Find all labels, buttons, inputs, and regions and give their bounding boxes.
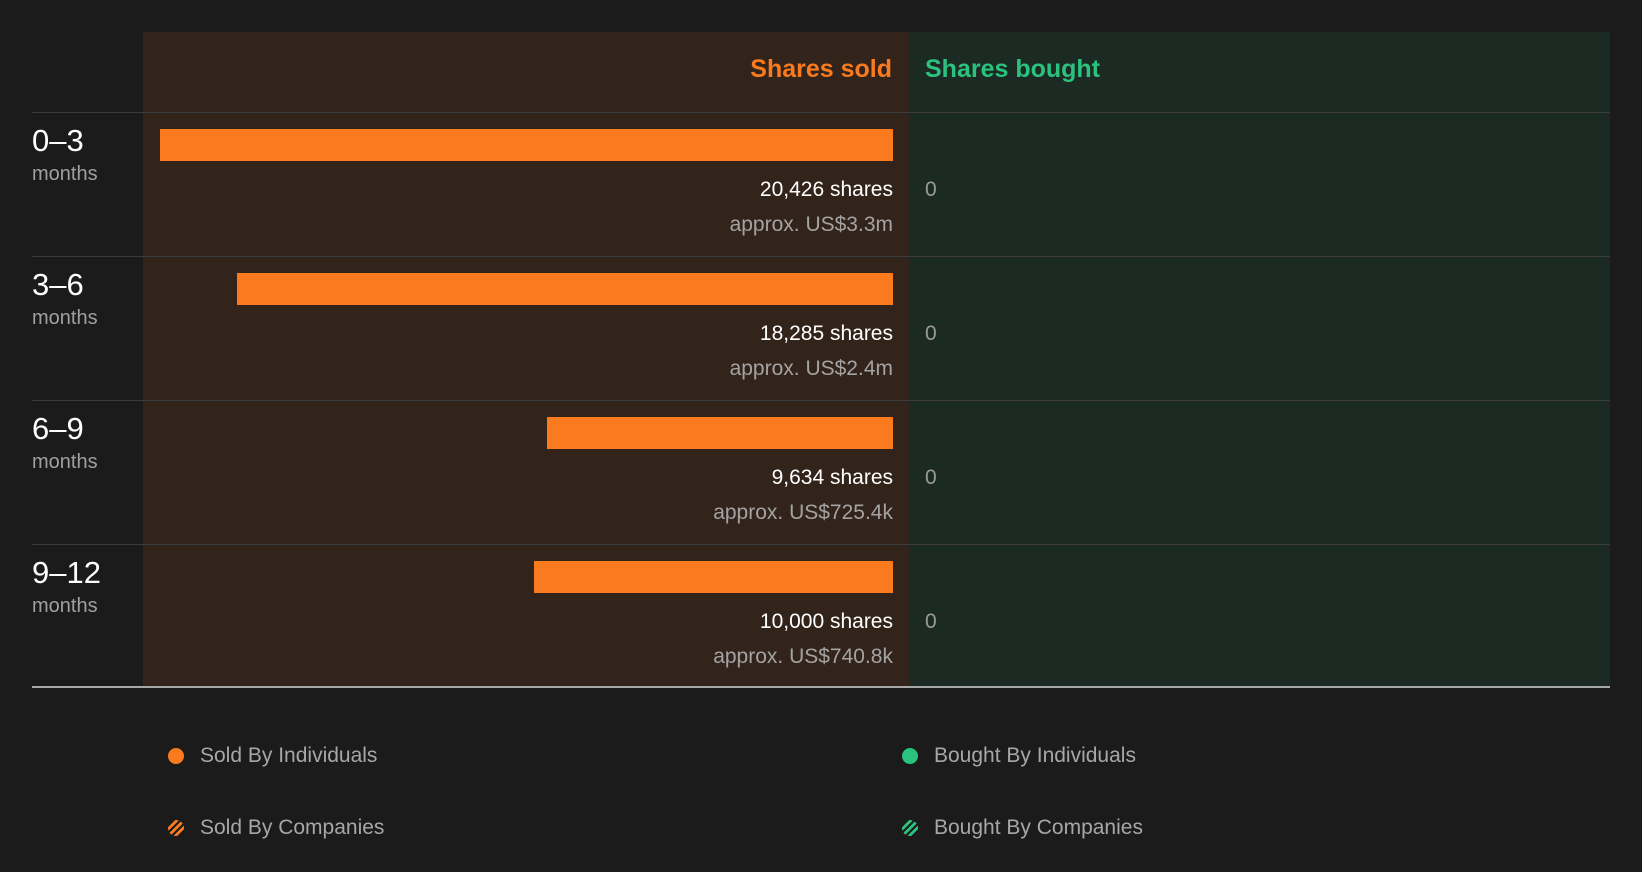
sold-shares-label: 10,000 shares (759, 610, 893, 633)
period-unit-label: months (32, 307, 98, 329)
period-row: 3–6 months 18,285 shares approx. US$2.4m 0 (0, 257, 1642, 401)
period-unit-label: months (32, 595, 98, 617)
period-row: 6–9 months 9,634 shares approx. US$725.4k 0 (0, 401, 1642, 545)
sold-bar (547, 417, 893, 449)
bought-shares-label: 0 (925, 610, 937, 633)
sold-shares-label: 18,285 shares (759, 322, 893, 345)
sold-shares-label: 20,426 shares (759, 178, 893, 201)
period-range-label: 6–9 (32, 411, 84, 446)
period-range-label: 9–12 (32, 555, 101, 590)
sold-value-label: approx. US$725.4k (713, 501, 893, 524)
legend-bought-companies: Bought By Companies (902, 816, 1143, 840)
orange-dot-icon (168, 748, 184, 764)
bought-shares-label: 0 (925, 178, 937, 201)
legend-sold-companies: Sold By Companies (168, 816, 384, 840)
legend-sold-individuals: Sold By Individuals (168, 744, 377, 768)
period-unit-label: months (32, 163, 98, 185)
period-row: 9–12 months 10,000 shares approx. US$740.8k… (0, 545, 1642, 689)
sold-bar (534, 561, 893, 593)
shares-bought-header: Shares bought (925, 55, 1101, 83)
bought-shares-label: 0 (925, 322, 937, 345)
bought-shares-label: 0 (925, 466, 937, 489)
sold-bar (160, 129, 893, 161)
sold-bar (236, 273, 893, 305)
sold-value-label: approx. US$2.4m (729, 357, 893, 380)
insider-trading-chart: Shares sold Shares bought 0–3 months 20,42… (0, 0, 1642, 872)
sold-value-label: approx. US$740.8k (713, 645, 893, 668)
legend-label: Sold By Companies (200, 816, 385, 839)
orange-striped-dot-icon (168, 820, 184, 836)
period-range-label: 3–6 (32, 267, 84, 302)
legend-label: Bought By Individuals (934, 744, 1136, 767)
green-striped-dot-icon (902, 820, 918, 836)
sold-shares-label: 9,634 shares (771, 466, 893, 489)
legend-bought-individuals: Bought By Individuals (902, 744, 1136, 768)
legend-label: Bought By Companies (934, 816, 1143, 839)
period-range-label: 0–3 (32, 123, 84, 158)
legend-label: Sold By Individuals (200, 744, 378, 767)
period-row: 0–3 months 20,426 shares approx. US$3.3m 0 (0, 113, 1642, 257)
period-unit-label: months (32, 451, 98, 473)
sold-value-label: approx. US$3.3m (729, 213, 893, 236)
shares-sold-header: Shares sold (750, 55, 892, 83)
green-dot-icon (902, 748, 918, 764)
